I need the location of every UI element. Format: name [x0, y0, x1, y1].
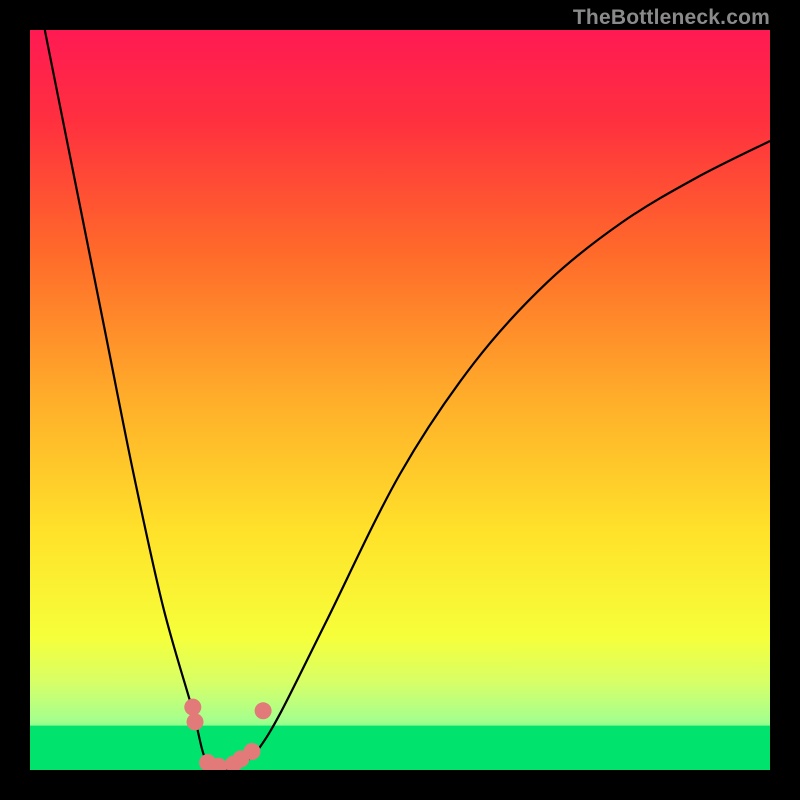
chart-frame: TheBottleneck.com [0, 0, 800, 800]
curve-layer [30, 30, 770, 770]
watermark-label: TheBottleneck.com [573, 6, 770, 30]
curve-marker [255, 702, 272, 719]
plot-area [30, 30, 770, 770]
curve-marker [187, 713, 204, 730]
curve-marker [184, 699, 201, 716]
curve-marker [244, 743, 261, 760]
bottleneck-curve [45, 30, 770, 770]
curve-markers [184, 699, 271, 770]
